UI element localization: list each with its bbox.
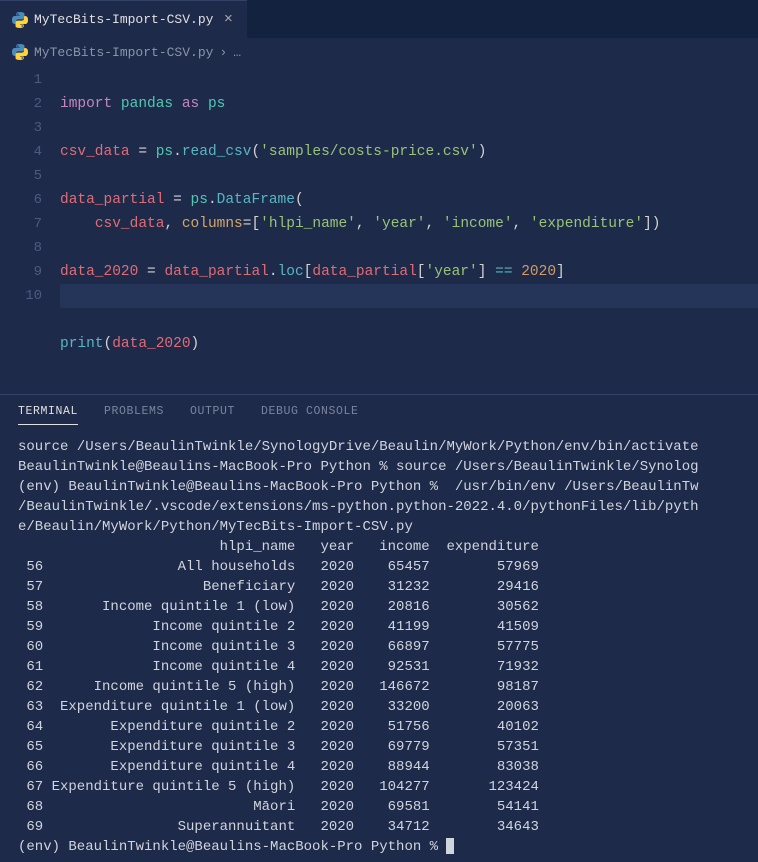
breadcrumb-ellipsis: … <box>233 45 241 60</box>
editor-tab[interactable]: MyTecBits-Import-CSV.py × <box>0 0 247 38</box>
close-icon[interactable]: × <box>219 11 237 28</box>
bottom-panel: TERMINAL PROBLEMS OUTPUT DEBUG CONSOLE s… <box>0 394 758 861</box>
breadcrumb[interactable]: MyTecBits-Import-CSV.py › … <box>0 38 758 66</box>
tab-filename: MyTecBits-Import-CSV.py <box>34 12 213 27</box>
code-editor[interactable]: 12345678910 import pandas as ps csv_data… <box>0 66 758 380</box>
panel-tabs: TERMINAL PROBLEMS OUTPUT DEBUG CONSOLE <box>0 395 758 433</box>
tab-problems[interactable]: PROBLEMS <box>104 405 164 425</box>
code-content[interactable]: import pandas as ps csv_data = ps.read_c… <box>60 68 758 380</box>
tab-debug-console[interactable]: DEBUG CONSOLE <box>261 405 359 425</box>
tab-output[interactable]: OUTPUT <box>190 405 235 425</box>
chevron-right-icon: › <box>219 45 227 60</box>
python-icon <box>12 12 28 28</box>
tab-terminal[interactable]: TERMINAL <box>18 405 78 425</box>
terminal-content[interactable]: source /Users/BeaulinTwinkle/SynologyDri… <box>0 433 758 861</box>
line-gutter: 12345678910 <box>0 68 60 380</box>
tab-bar: MyTecBits-Import-CSV.py × <box>0 0 758 38</box>
python-icon <box>12 44 28 60</box>
breadcrumb-filename: MyTecBits-Import-CSV.py <box>34 45 213 60</box>
terminal-cursor <box>446 838 454 854</box>
